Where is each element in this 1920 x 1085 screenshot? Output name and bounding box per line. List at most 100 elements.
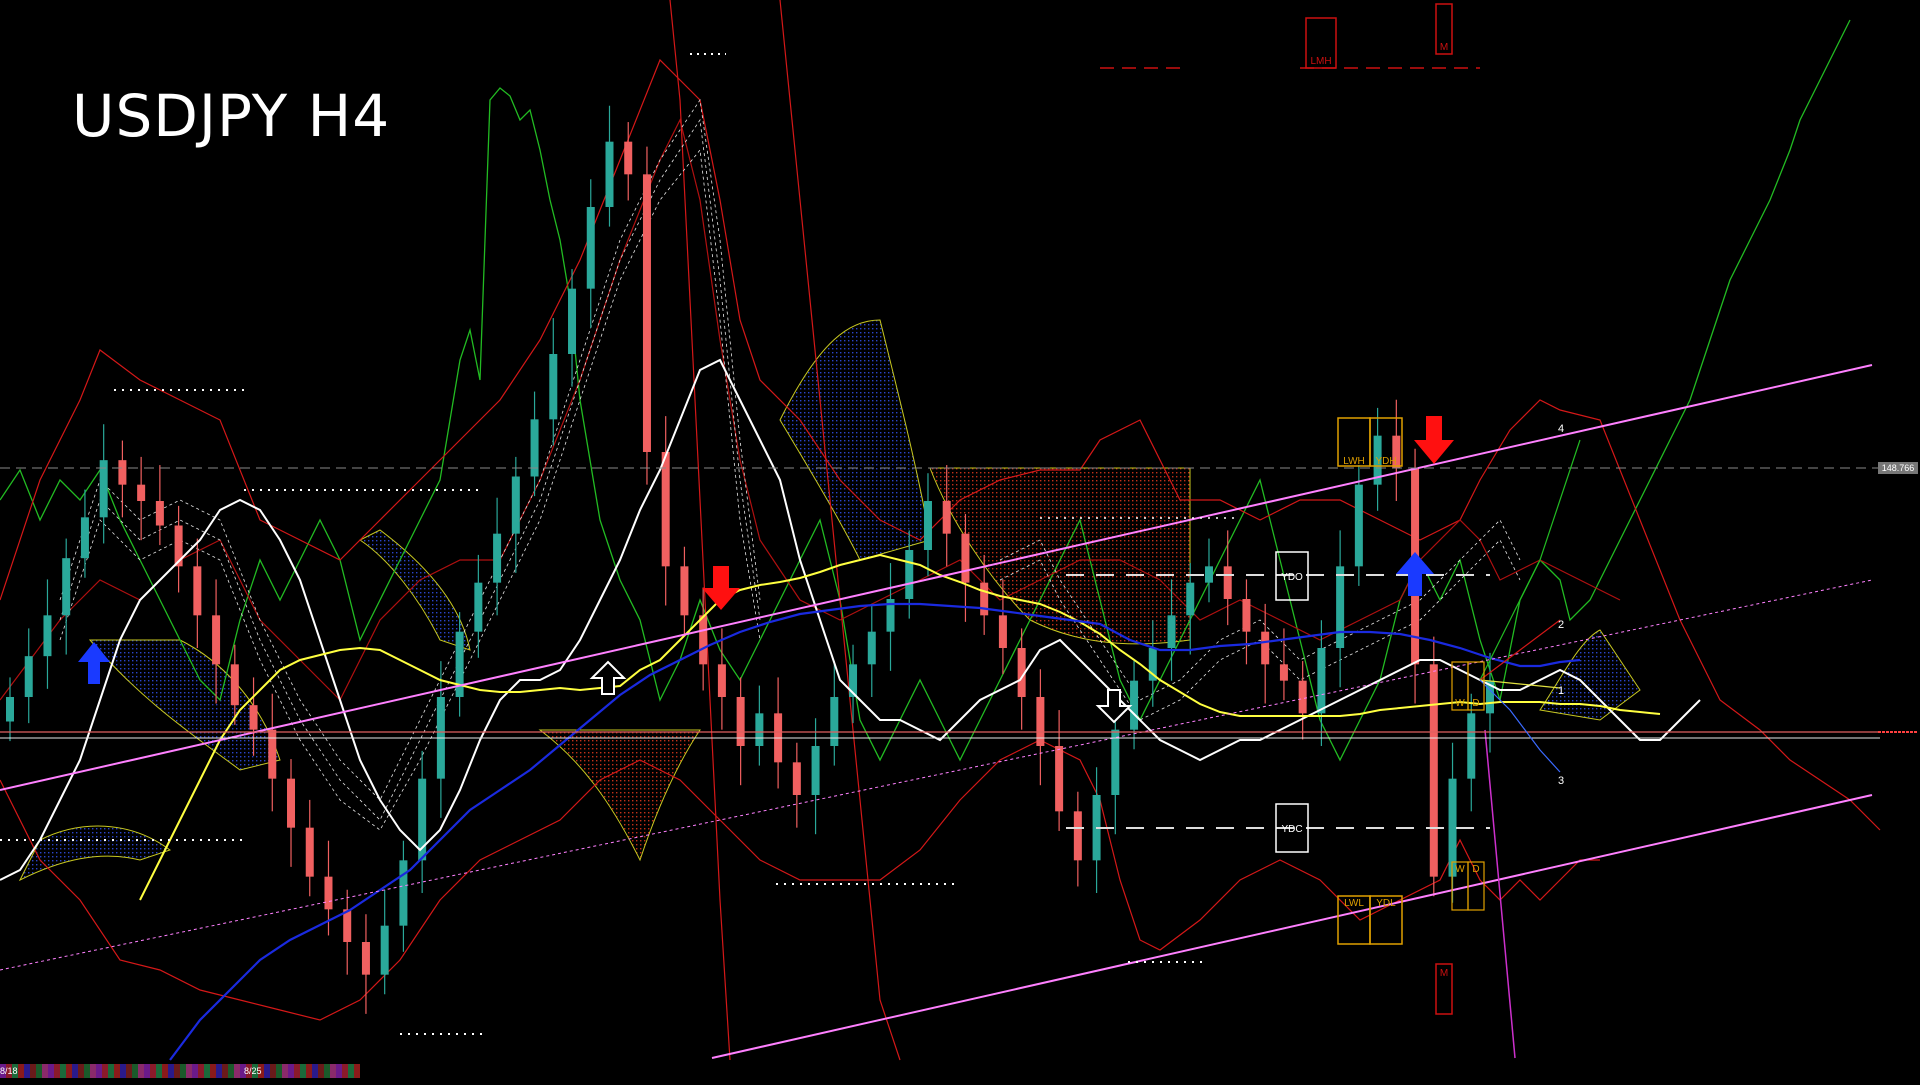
strip-cell: [30, 1064, 36, 1078]
candle-body: [998, 615, 1007, 648]
d-upper-label: D: [1472, 698, 1479, 709]
strip-cell: [90, 1064, 96, 1078]
ydl-label: YDL: [1376, 898, 1396, 909]
projection-label-2: 2: [1558, 619, 1564, 631]
strip-cell: [36, 1064, 42, 1078]
candle-body: [568, 288, 577, 354]
chart-area: LMH M M LWH YDH LWL YDL YDO YDC W D W D …: [0, 0, 1920, 1080]
candle-body: [155, 501, 164, 526]
strip-cell: [336, 1064, 342, 1078]
candle-body: [942, 501, 951, 534]
strip-cell: [228, 1064, 234, 1078]
strip-cell: [54, 1064, 60, 1078]
candle-body: [474, 582, 483, 632]
candle-body: [361, 942, 370, 975]
signal-arrows: [78, 416, 1454, 724]
candle-body: [605, 141, 614, 207]
candle-body: [1111, 729, 1120, 795]
strip-cell: [318, 1064, 324, 1078]
candle-body: [249, 705, 258, 730]
strip-cell: [162, 1064, 168, 1078]
candle-body: [493, 533, 502, 583]
candle-body: [1317, 648, 1326, 714]
candle-body: [1223, 566, 1232, 599]
price-tag-label: 148.766: [1882, 463, 1915, 473]
strip-cell: [342, 1064, 348, 1078]
strip-cell: [234, 1064, 240, 1078]
strip-cell: [42, 1064, 48, 1078]
candle-body: [343, 909, 352, 942]
candle-body: [212, 615, 221, 665]
candle-body: [1186, 582, 1195, 616]
candle-body: [867, 631, 876, 665]
candle-body: [193, 566, 202, 616]
candle-body: [1242, 599, 1251, 632]
ydc-label: YDC: [1281, 824, 1302, 835]
w-lower-label: W: [1455, 864, 1465, 875]
candle-body: [1261, 631, 1270, 665]
strip-cell: [24, 1064, 30, 1078]
strip-cell: [282, 1064, 288, 1078]
candle-body: [811, 746, 820, 795]
strip-cell: [138, 1064, 144, 1078]
ydh-label: YDH: [1375, 456, 1396, 467]
candle-body: [923, 501, 932, 550]
strip-cell: [348, 1064, 354, 1078]
m-bottom-label: M: [1440, 968, 1448, 979]
ydo-label: YDO: [1281, 572, 1303, 583]
strip-cell: [168, 1064, 174, 1078]
strip-cell: [48, 1064, 54, 1078]
strip-cell: [276, 1064, 282, 1078]
candle-body: [80, 517, 89, 559]
d-lower-label: D: [1472, 864, 1479, 875]
ribbon-line-2: [59, 118, 761, 821]
candle-body: [1467, 713, 1476, 779]
candle-body: [399, 860, 408, 926]
strip-cell: [78, 1064, 84, 1078]
candle-body: [624, 141, 633, 175]
m-top-label: M: [1440, 42, 1448, 53]
candle-body: [24, 656, 33, 697]
candle-body: [699, 615, 708, 665]
strip-cell: [84, 1064, 90, 1078]
candle-body: [1036, 697, 1045, 746]
lmh-label: LMH: [1310, 56, 1331, 67]
candle-body: [755, 713, 764, 746]
candle-body: [549, 354, 558, 420]
level-boxes: [1275, 3, 1485, 1015]
w-upper-label: W: [1455, 698, 1465, 709]
chart-title: USDJPY H4: [72, 82, 391, 150]
strip-cell: [192, 1064, 198, 1078]
candle-body: [830, 697, 839, 746]
candle-body: [380, 925, 389, 975]
channel-upper: [0, 364, 1873, 791]
candles: [6, 105, 1494, 1014]
candle-body: [980, 582, 989, 616]
strip-cell: [102, 1064, 108, 1078]
candle-body: [305, 827, 314, 877]
cloud-blue-3: [359, 529, 471, 651]
strip-cell: [294, 1064, 300, 1078]
strip-cell: [330, 1064, 336, 1078]
red-down-arrow-2: [1414, 416, 1454, 464]
strip-cell: [120, 1064, 126, 1078]
candle-body: [6, 697, 14, 722]
strip-cell: [18, 1064, 24, 1078]
strip-cell: [270, 1064, 276, 1078]
strip-cell: [186, 1064, 192, 1078]
projection-label-1: 1: [1558, 685, 1564, 697]
candle-body: [1429, 664, 1438, 877]
strip-cell: [144, 1064, 150, 1078]
candle-body: [1204, 566, 1213, 583]
candle-body: [1354, 484, 1363, 567]
cloud-blue-5: [1539, 629, 1641, 721]
strip-cell: [72, 1064, 78, 1078]
candle-body: [511, 476, 520, 534]
blue-up-arrow-2: [1396, 552, 1434, 596]
candle-body: [287, 778, 296, 828]
white-down-arrow: [1095, 689, 1133, 724]
bands: [0, 0, 1881, 1061]
strip-cell: [132, 1064, 138, 1078]
projection-label-3: 3: [1558, 775, 1564, 787]
strip-cell: [174, 1064, 180, 1078]
